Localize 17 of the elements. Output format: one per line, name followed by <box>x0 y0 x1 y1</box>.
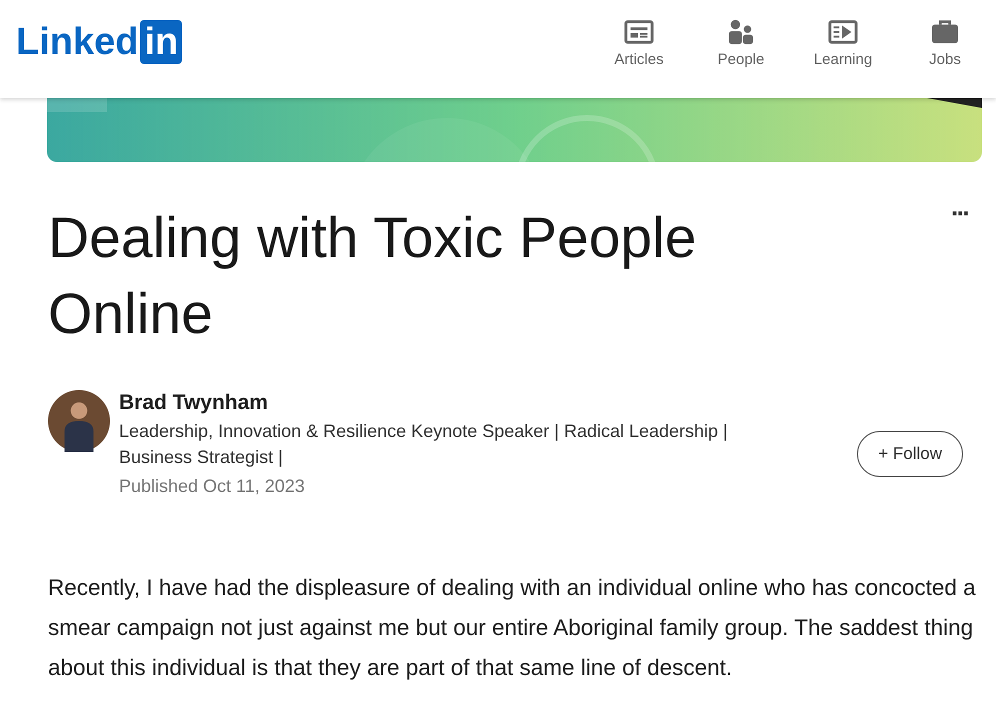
nav-link[interactable]: Learning <box>792 18 894 68</box>
newspaper-icon <box>624 18 654 44</box>
author-headline: Leadership, Innovation & Resilience Keynote Speaker | Radical Leadership | Business Strategist | <box>119 420 729 469</box>
article-paragraph: Recently, I have had the displeasure of dealing with an individual online who has concocted a smear campaign not just against me but our entire Aboriginal family group. The saddest thing about this individual is that they are part of that same line of descent. <box>48 574 977 682</box>
video-player-icon <box>828 18 858 44</box>
nav-link[interactable]: Jobs <box>894 18 996 68</box>
briefcase-icon <box>930 18 960 44</box>
logo[interactable]: Linked in <box>16 20 182 64</box>
nav-link[interactable]: People <box>690 18 792 68</box>
avatar <box>48 390 110 452</box>
author-name[interactable]: Brad Twynham <box>119 388 799 418</box>
people-icon <box>726 18 756 44</box>
nav-link[interactable]: Articles <box>588 18 690 68</box>
follow-button[interactable]: + Follow <box>857 431 963 477</box>
article-title: Dealing with Toxic People Online <box>48 205 698 348</box>
publish-date: Published Oct 11, 2023 <box>119 475 306 498</box>
more-options-button[interactable]: ··· <box>951 198 968 229</box>
